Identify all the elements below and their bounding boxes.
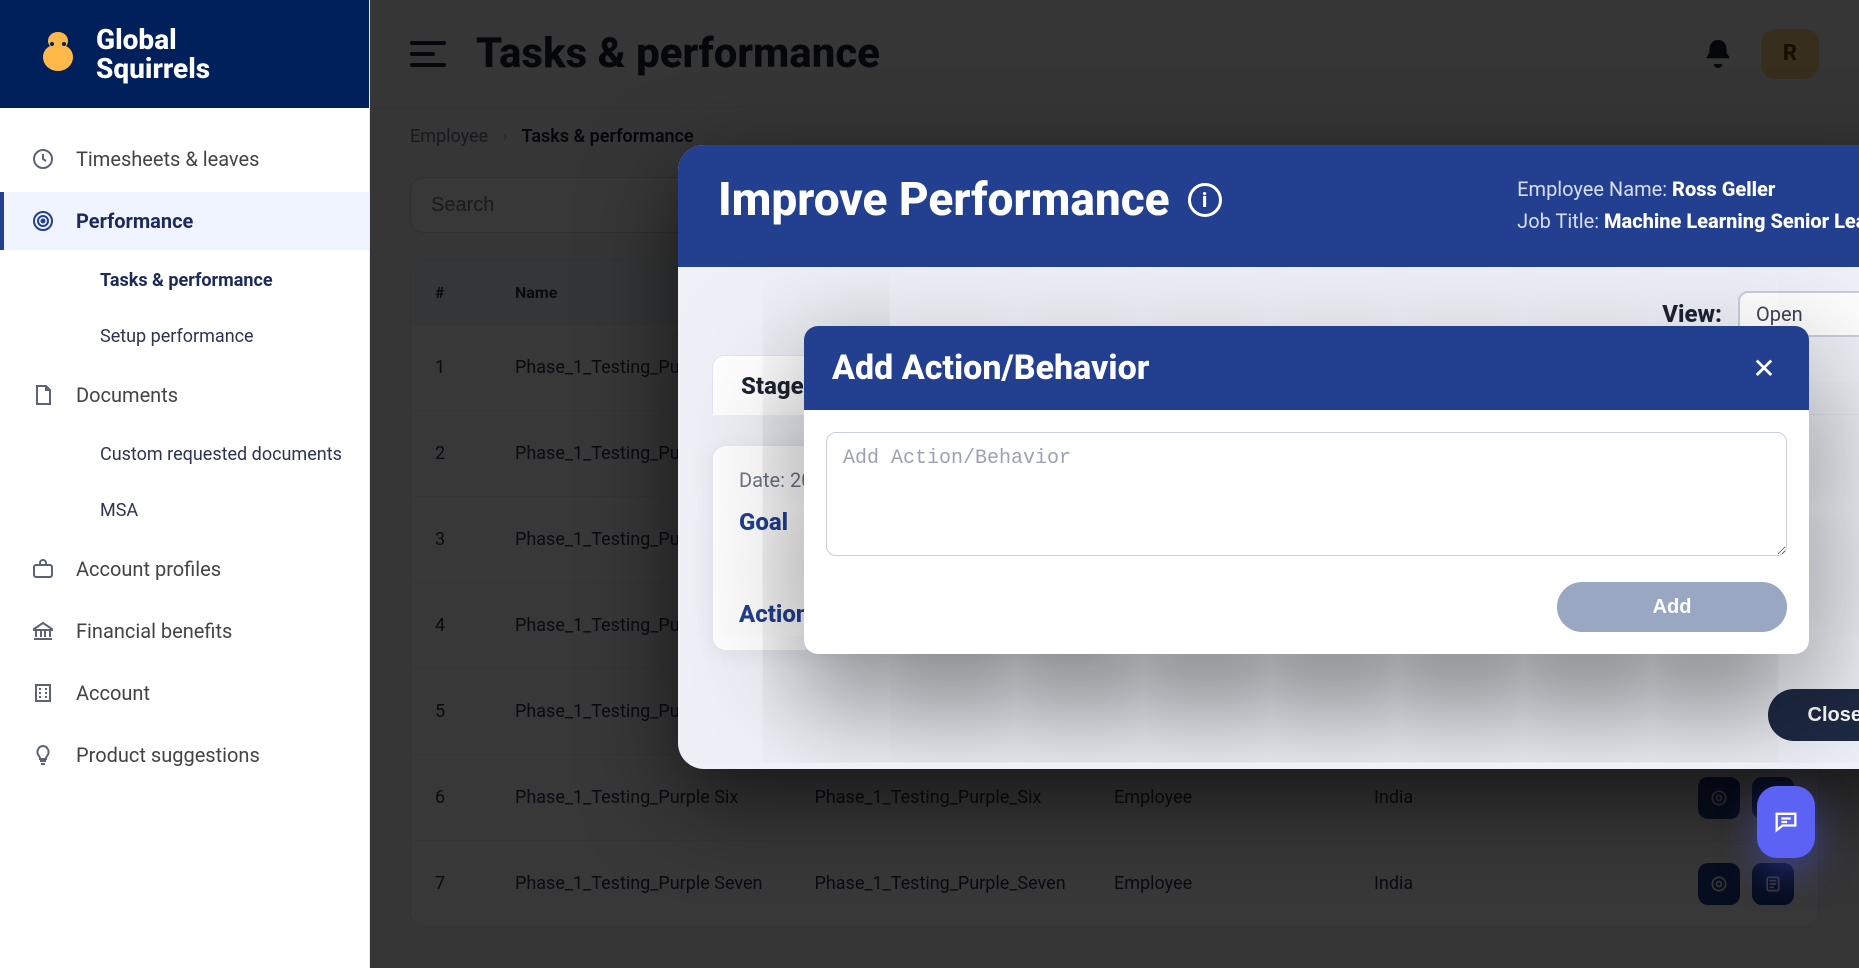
sidebar-sub-label: Tasks & performance [100,270,273,291]
app-root: Global Squirrels Timesheets & leaves Per… [0,0,1859,968]
sidebar-item-label: Product suggestions [76,743,260,767]
employee-name-label: Employee Name: [1517,177,1667,201]
brand-bar: Global Squirrels [0,0,369,108]
sidebar-item-timesheets[interactable]: Timesheets & leaves [0,130,369,188]
sidebar-sub-tasks-performance[interactable]: Tasks & performance [0,254,369,306]
brand-name-top: Global [96,25,210,54]
sidebar-sub-setup-performance[interactable]: Setup performance [0,310,369,362]
view-label: View: [1662,300,1722,328]
sidebar-sub-msa[interactable]: MSA [0,484,369,536]
close-icon[interactable]: ✕ [1747,351,1781,385]
sidebar-item-label: Performance [76,209,193,233]
brand-logo-icon [34,26,82,82]
view-value: Open [1756,302,1803,326]
document-icon [28,380,58,410]
inner-modal-title: Add Action/Behavior [832,348,1149,388]
clock-icon [28,144,58,174]
modal-title-wrap: Improve Performance i [718,173,1222,227]
sidebar-sub-label: Custom requested documents [100,444,342,465]
sidebar-item-label: Timesheets & leaves [76,147,259,171]
sidebar-item-performance[interactable]: Performance [0,192,369,250]
building-icon [28,678,58,708]
add-button[interactable]: Add [1557,582,1787,632]
sidebar-sub-label: Setup performance [100,326,254,347]
sidebar-nav: Timesheets & leaves Performance Tasks & … [0,108,369,806]
add-action-behavior-modal: Add Action/Behavior ✕ Add [804,326,1809,654]
info-icon[interactable]: i [1188,183,1222,217]
inner-modal-body [804,410,1809,566]
modal-title: Improve Performance [718,173,1170,227]
sidebar-sub-label: MSA [100,500,138,521]
action-behavior-textarea[interactable] [826,432,1787,556]
sidebar-item-label: Documents [76,383,178,407]
modal-footer: Close [678,681,1859,769]
sidebar-item-financial-benefits[interactable]: Financial benefits [0,602,369,660]
inner-modal-footer: Add [804,566,1809,654]
brand-name-bottom: Squirrels [96,54,210,83]
inner-modal-header: Add Action/Behavior ✕ [804,326,1809,410]
sidebar-item-product-suggestions[interactable]: Product suggestions [0,726,369,784]
sidebar-item-label: Account [76,681,150,705]
modal-meta: Employee Name: Ross Geller Job Title: Ma… [1517,173,1859,237]
close-button[interactable]: Close [1768,689,1859,741]
employee-name-value: Ross Geller [1672,177,1775,201]
sidebar-item-label: Financial benefits [76,619,232,643]
brand-name: Global Squirrels [96,25,210,84]
sidebar-sub-custom-docs[interactable]: Custom requested documents [0,428,369,480]
sidebar: Global Squirrels Timesheets & leaves Per… [0,0,370,968]
sidebar-item-label: Account profiles [76,557,221,581]
job-title-value: Machine Learning Senior Leader [1604,209,1859,233]
bank-icon [28,616,58,646]
lightbulb-icon [28,740,58,770]
sidebar-item-account-profiles[interactable]: Account profiles [0,540,369,598]
modal-header: Improve Performance i Employee Name: Ros… [678,145,1859,267]
sidebar-item-account[interactable]: Account [0,664,369,722]
chat-fab[interactable] [1757,786,1815,858]
job-title-label: Job Title: [1517,209,1599,233]
sidebar-item-documents[interactable]: Documents [0,366,369,424]
target-icon [28,206,58,236]
main: Tasks & performance R Employee › Tasks &… [370,0,1859,968]
briefcase-icon [28,554,58,584]
